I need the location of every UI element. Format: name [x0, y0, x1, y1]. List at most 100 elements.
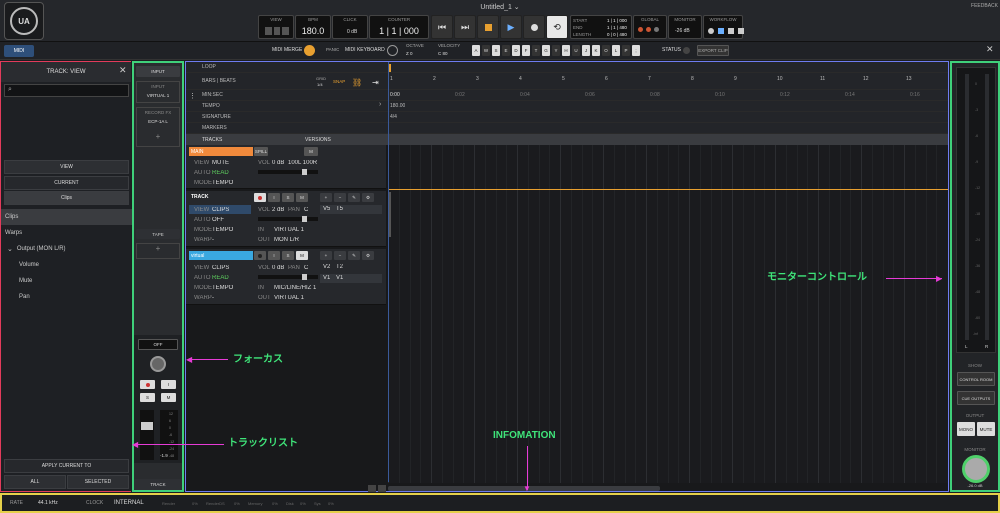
fader-handle[interactable]	[141, 422, 153, 430]
midi-key[interactable]: P	[622, 45, 630, 56]
control-room-button[interactable]: CONTROL ROOM	[957, 372, 995, 386]
record-arm-button[interactable]	[254, 193, 266, 202]
track-output[interactable]: VIRTUAL 1	[274, 295, 304, 301]
grid-label[interactable]: GRID	[316, 76, 326, 81]
keyboard-power-icon[interactable]	[387, 45, 398, 56]
list-item-output[interactable]: ⌄ Output (MON L/R)	[1, 241, 132, 257]
volume-slider[interactable]	[258, 169, 318, 175]
midi-key[interactable]: H	[562, 45, 570, 56]
minus-icon[interactable]: −	[334, 251, 346, 260]
pan-knob[interactable]	[150, 356, 166, 372]
midi-key[interactable]: Y	[552, 45, 560, 56]
track-auto-value[interactable]: READ	[212, 170, 229, 176]
version-slot[interactable]: V5 T5	[320, 205, 382, 214]
monitor-mute-button[interactable]: MUTE	[977, 422, 995, 436]
loop-row[interactable]: LOOP	[186, 62, 948, 73]
input-button[interactable]: I	[268, 193, 280, 202]
list-item-mute[interactable]: Mute	[15, 273, 32, 289]
midi-key[interactable]: L	[612, 45, 620, 56]
list-item-clips[interactable]: Clips	[1, 209, 132, 225]
track-tab[interactable]: TRACK	[134, 479, 182, 490]
snap-button[interactable]: SNAP	[333, 79, 345, 84]
spill-button[interactable]: SPILL	[254, 147, 268, 156]
track-auto-value[interactable]: OFF	[212, 217, 224, 223]
chevron-right-icon[interactable]: ›	[379, 101, 381, 108]
track-mode-value[interactable]: TEMPO	[212, 180, 233, 186]
track-name[interactable]: MAIN	[189, 147, 253, 156]
edit-icon[interactable]: ✎	[348, 193, 360, 202]
bar-ruler[interactable]: 1 2 3 4 5 6 7 8 9 10 11 12 13	[388, 73, 948, 90]
monitor-knob[interactable]	[962, 455, 990, 483]
play-button[interactable]: ▶	[500, 15, 522, 39]
bpm-box[interactable]: BPM 180.0	[295, 15, 331, 39]
go-to-start-button[interactable]: ⏮	[431, 15, 453, 39]
go-to-end-button[interactable]: ⏭	[454, 15, 476, 39]
panic-button[interactable]: PANIC	[326, 47, 339, 52]
midi-key[interactable]: W	[482, 45, 490, 56]
track-main[interactable]: MAIN SPILL M VIEW MUTE AUTO READ MODE TE…	[186, 145, 386, 189]
track-name[interactable]: virtual	[189, 251, 253, 260]
track-name[interactable]: TRACK	[191, 194, 209, 200]
counter-box[interactable]: COUNTER 1 | 1 | 000	[369, 15, 429, 39]
midi-tab[interactable]: MIDI	[4, 45, 34, 57]
solo-button[interactable]: S	[282, 193, 294, 202]
track-mute-button[interactable]: M	[304, 147, 318, 156]
zoom-in-button[interactable]	[378, 485, 386, 492]
track-output[interactable]: MON L/R	[274, 237, 299, 243]
track-auto-value[interactable]: READ	[212, 275, 229, 281]
clock-source[interactable]: INTERNAL	[114, 500, 162, 506]
midi-key[interactable]: E	[502, 45, 510, 56]
record-arm-button[interactable]	[254, 251, 266, 260]
midi-key[interactable]: J	[582, 45, 590, 56]
solo-button[interactable]: S	[140, 393, 155, 402]
record-arm-button[interactable]	[140, 380, 155, 389]
monitor-box[interactable]: MONITOR -26 dB	[668, 15, 702, 39]
midi-key[interactable]: O	[602, 45, 610, 56]
window-title[interactable]: Untitled_1 ⌄	[450, 3, 550, 11]
track-input[interactable]: MIC/LINE/HIZ 1	[274, 285, 316, 291]
click-box[interactable]: CLICK 0 dB	[332, 15, 368, 39]
track-mode-value[interactable]: TEMPO	[212, 227, 233, 233]
midi-key[interactable]: U	[572, 45, 580, 56]
list-item-volume[interactable]: Volume	[15, 257, 39, 273]
track-virtual[interactable]: virtual I S M + − ✎ ⚙ VIEW CLIPS AUTO RE…	[186, 249, 386, 305]
insert-select[interactable]: OFF	[138, 339, 178, 350]
track-warp-value[interactable]: -	[212, 237, 214, 243]
record-fx-slot[interactable]: RECORD FX ECP-1A L +	[136, 107, 180, 147]
jump-to-icon[interactable]: ⇥	[372, 78, 379, 87]
zoom-out-button[interactable]	[368, 485, 376, 492]
tape-add-icon[interactable]: +	[136, 243, 180, 259]
global-box[interactable]: GLOBAL	[633, 15, 667, 39]
sec-ruler[interactable]: 0:00 0:02 0:04 0:06 0:08 0:10 0:12 0:14 0:16	[388, 90, 948, 101]
power-icon[interactable]	[304, 45, 315, 56]
tempo-row[interactable]: TEMPO	[186, 101, 948, 112]
midi-key[interactable]: K	[592, 45, 600, 56]
mute-button[interactable]: M	[296, 251, 308, 260]
mono-button[interactable]: MONO	[957, 422, 975, 436]
settings-icon[interactable]: ⚙	[362, 251, 374, 260]
workflow-box[interactable]: WORKFLOW	[703, 15, 744, 39]
input-monitor-button[interactable]: I	[161, 380, 176, 389]
version-slot[interactable]: V1 V1	[320, 274, 382, 283]
loop-button[interactable]: ⟲	[546, 15, 568, 39]
minus-icon[interactable]: −	[334, 193, 346, 202]
more-icon[interactable]: ⋮	[189, 92, 196, 100]
midi-key[interactable]: D	[512, 45, 520, 56]
clips-button[interactable]: Clips	[4, 191, 129, 205]
input-select[interactable]: INPUT VIRTUAL 1	[136, 81, 180, 103]
solo-button[interactable]: S	[282, 251, 294, 260]
markers-row[interactable]: MARKERS	[186, 123, 948, 134]
feedback-button[interactable]: FEEDBACK	[950, 3, 998, 9]
input-tab[interactable]: INPUT	[136, 66, 180, 77]
track-view-value[interactable]: CLIPS	[212, 207, 229, 213]
search-input[interactable]: ⌕	[4, 84, 129, 97]
list-item-pan[interactable]: Pan	[15, 289, 30, 305]
midi-key[interactable]: A	[472, 45, 480, 56]
sample-rate[interactable]: 44.1 kHz	[38, 500, 86, 506]
add-icon[interactable]: +	[320, 251, 332, 260]
track-view-value[interactable]: CLIPS	[212, 265, 229, 271]
midi-key[interactable]: F	[522, 45, 530, 56]
range-box[interactable]: START END LENGTH 1 | 1 | 000 1 | 1 | 480…	[570, 15, 632, 39]
close-panel-icon[interactable]: ✕	[119, 65, 127, 76]
mute-button[interactable]: M	[296, 193, 308, 202]
